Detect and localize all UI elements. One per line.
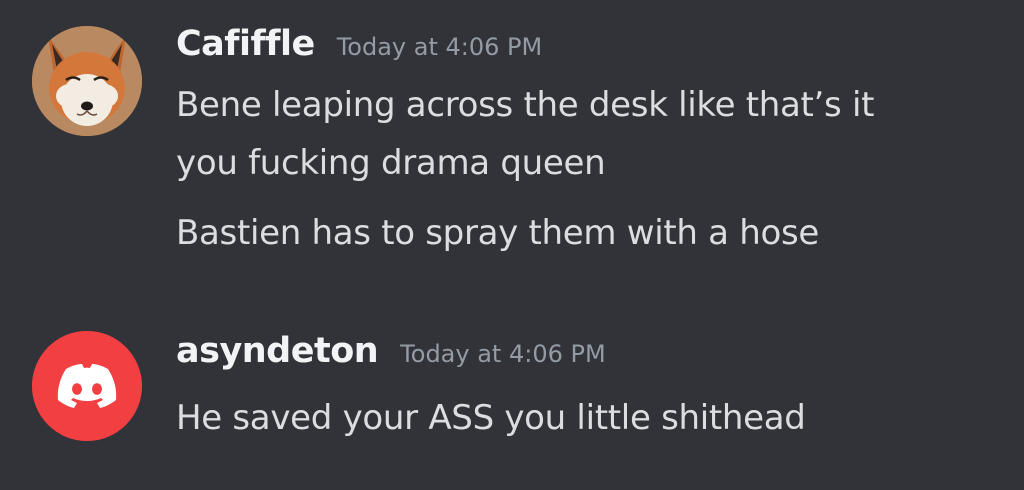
username[interactable]: asyndeton xyxy=(176,331,379,371)
message-text: He saved your ASS you little shithead xyxy=(176,398,806,438)
message-text: you fucking drama queen xyxy=(176,143,606,183)
message-text: Bastien has to spray them with a hose xyxy=(176,213,820,253)
discord-default-avatar-icon[interactable] xyxy=(32,331,142,441)
username[interactable]: Cafiffle xyxy=(176,24,315,64)
message-text: Bene leaping across the desk like that’s… xyxy=(176,85,875,125)
message-header: asyndeton Today at 4:06 PM xyxy=(176,331,606,371)
fox-avatar-icon[interactable] xyxy=(32,26,142,136)
timestamp[interactable]: Today at 4:06 PM xyxy=(337,33,543,61)
message-header: Cafiffle Today at 4:06 PM xyxy=(176,24,542,64)
timestamp[interactable]: Today at 4:06 PM xyxy=(400,340,606,368)
